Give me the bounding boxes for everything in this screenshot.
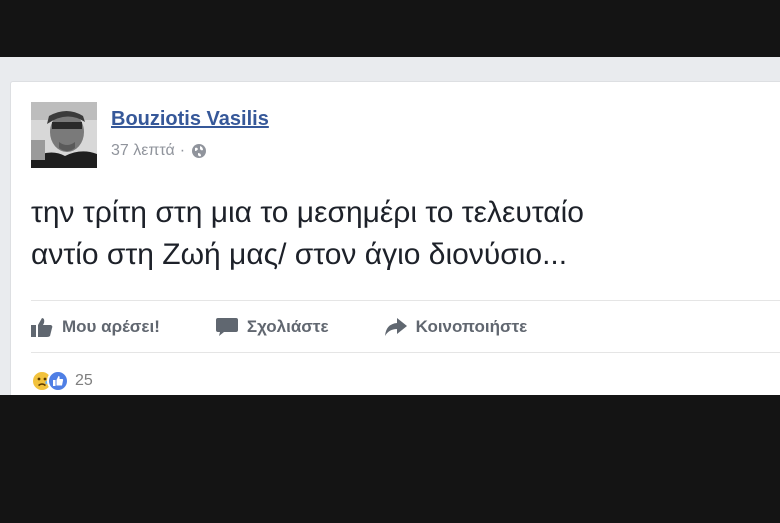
comment-button[interactable]: Σχολιάστε (215, 317, 329, 337)
like-button-label: Μου αρέσει! (62, 317, 160, 336)
reaction-count: 25 (75, 372, 93, 389)
comment-button-label: Σχολιάστε (246, 317, 329, 336)
thumbs-up-icon (31, 318, 53, 337)
post-text-line: την τρίτη στη μια το μεσημέρι το τελευτα… (31, 196, 584, 229)
author-name-link[interactable]: Bouziotis Vasilis (111, 108, 269, 131)
avatar-photo (31, 102, 97, 168)
globe-icon[interactable] (191, 143, 207, 159)
divider (31, 352, 780, 353)
bottom-black-border (0, 395, 780, 523)
share-arrow-icon (384, 318, 407, 336)
like-reaction-icon (47, 370, 69, 392)
reactions-summary[interactable]: 25 (31, 370, 93, 392)
like-button[interactable]: Μου αρέσει! (31, 317, 160, 337)
post-text-line: αντίο στη Ζωή μας/ στον άγιο διονύσιο... (31, 238, 568, 271)
top-black-border (0, 0, 780, 57)
comment-icon (215, 318, 238, 336)
share-button-label: Κοινοποιήστε (415, 317, 528, 336)
avatar[interactable] (31, 102, 97, 168)
divider (31, 300, 780, 301)
facebook-feed-area: Bouziotis Vasilis 37 λεπτά · την τρίτη σ… (0, 57, 780, 395)
post-timestamp[interactable]: 37 λεπτά (111, 142, 175, 160)
post-text: την τρίτη στη μια το μεσημέρι το τελευτα… (31, 192, 780, 276)
post-card: Bouziotis Vasilis 37 λεπτά · την τρίτη σ… (10, 81, 780, 395)
meta-separator: · (179, 142, 186, 159)
post-meta: 37 λεπτά · (111, 142, 207, 160)
share-button[interactable]: Κοινοποιήστε (384, 317, 528, 337)
post-actions-bar: Μου αρέσει! Σχολιάστε Κοινοποιήστε (31, 314, 583, 340)
